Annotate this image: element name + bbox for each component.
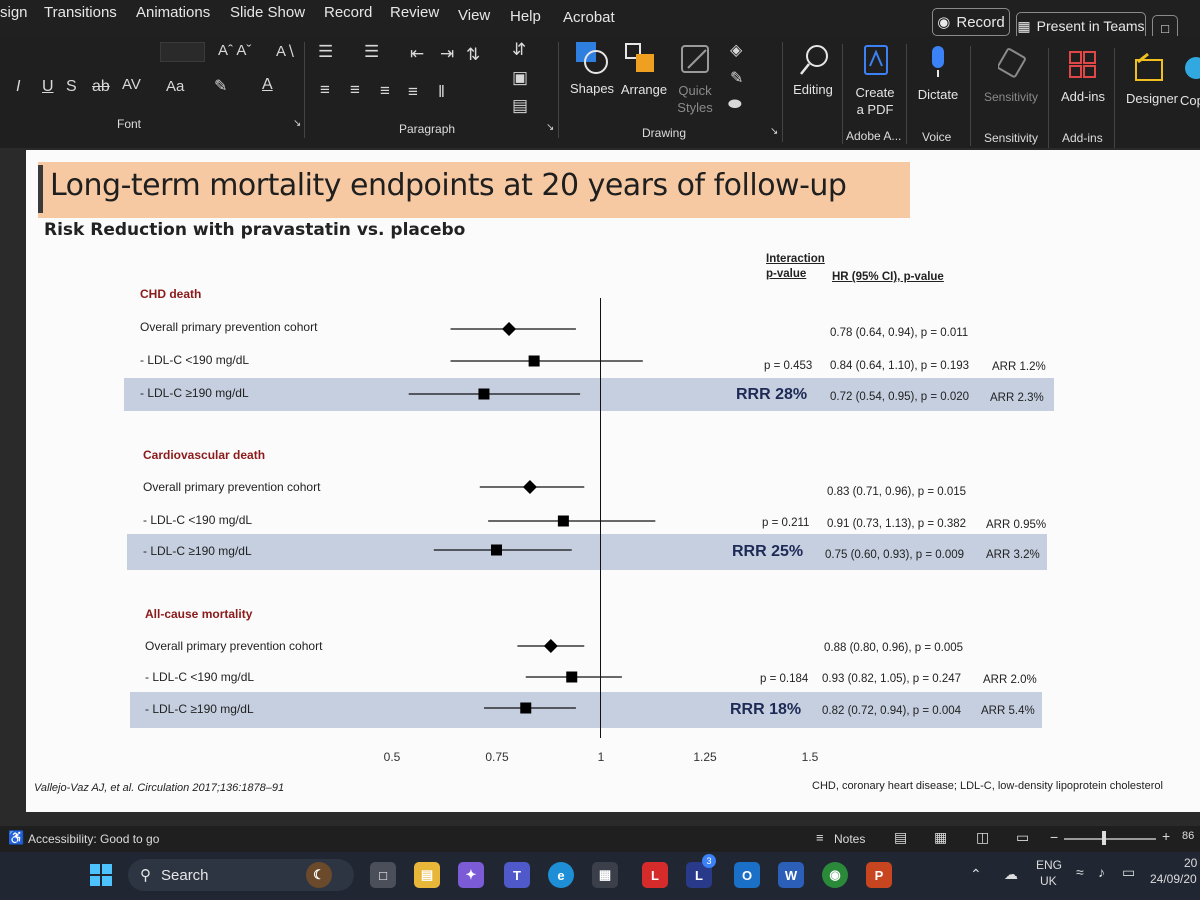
cloud-icon[interactable]: ☁ — [1004, 866, 1018, 883]
x-tick-label: 1 — [597, 750, 605, 764]
zoom-slider[interactable] — [1064, 838, 1156, 840]
x-tick-label: 1.5 — [801, 750, 819, 764]
notification-badge: 3 — [702, 854, 716, 868]
x-tick-label: 1.25 — [693, 750, 717, 764]
hr-square-marker — [557, 515, 569, 527]
hr-square-marker — [528, 355, 540, 367]
zoom-out-icon[interactable]: − — [1050, 829, 1058, 845]
search-icon: ⚲ — [140, 867, 151, 884]
zoom-level[interactable]: 86 — [1182, 830, 1194, 842]
hr-diamond-marker — [502, 322, 517, 336]
hr-diamond-marker — [522, 480, 537, 494]
abbreviations: CHD, coronary heart disease; LDL-C, low-… — [812, 780, 1163, 792]
accessibility-status[interactable]: Accessibility: Good to go — [28, 832, 159, 846]
x-tick-label: 0.75 — [485, 750, 509, 764]
hr-diamond-marker — [543, 639, 558, 653]
notes-button[interactable]: Notes — [834, 832, 865, 846]
windows-start-icon[interactable] — [90, 864, 112, 886]
l-app-icon[interactable]: L — [642, 862, 668, 888]
wifi-icon[interactable]: ≈ — [1076, 864, 1084, 880]
copilot-app-icon[interactable]: ✦ — [458, 862, 484, 888]
accessibility-icon[interactable]: ♿ — [8, 830, 24, 846]
saturn-widget-icon[interactable]: ☾ — [306, 862, 332, 888]
chevron-up-icon[interactable]: ⌃ — [970, 866, 982, 883]
outlook-icon[interactable]: O — [734, 862, 760, 888]
hr-square-marker — [491, 544, 502, 556]
store-icon[interactable]: ▦ — [592, 862, 618, 888]
file-explorer-icon[interactable]: ▤ — [414, 862, 440, 888]
hr-square-marker — [520, 702, 532, 714]
hr-square-marker — [478, 388, 490, 400]
chrome-icon[interactable]: ◉ — [822, 862, 848, 888]
notes-icon[interactable]: ≡ — [816, 830, 824, 845]
battery-icon[interactable]: ▭ — [1122, 864, 1135, 881]
powerpoint-icon[interactable]: P — [866, 862, 892, 888]
word-icon[interactable]: W — [778, 862, 804, 888]
language-region[interactable]: UK — [1040, 874, 1057, 888]
language-indicator[interactable]: ENG — [1036, 858, 1062, 872]
zoom-slider-thumb[interactable] — [1102, 831, 1106, 845]
teams-app-icon[interactable]: T — [504, 862, 530, 888]
reading-view-icon[interactable]: ◫ — [976, 829, 989, 846]
citation: Vallejo-Vaz AJ, et al. Circulation 2017;… — [34, 782, 285, 794]
zoom-in-icon[interactable]: + — [1162, 828, 1170, 844]
reference-line — [600, 298, 601, 738]
clock-date[interactable]: 24/09/20 — [1150, 872, 1197, 886]
volume-icon[interactable]: ♪ — [1098, 864, 1105, 880]
x-tick-label: 0.5 — [383, 750, 401, 764]
hr-square-marker — [566, 671, 578, 683]
normal-view-icon[interactable]: ▤ — [894, 829, 907, 846]
slide-sorter-icon[interactable]: ▦ — [934, 829, 947, 846]
slideshow-icon[interactable]: ▭ — [1016, 829, 1029, 846]
search-placeholder: Search — [161, 866, 209, 884]
edge-icon[interactable]: e — [548, 862, 574, 888]
clock-time[interactable]: 20 — [1184, 856, 1197, 870]
task-view-icon[interactable]: □ — [370, 862, 396, 888]
